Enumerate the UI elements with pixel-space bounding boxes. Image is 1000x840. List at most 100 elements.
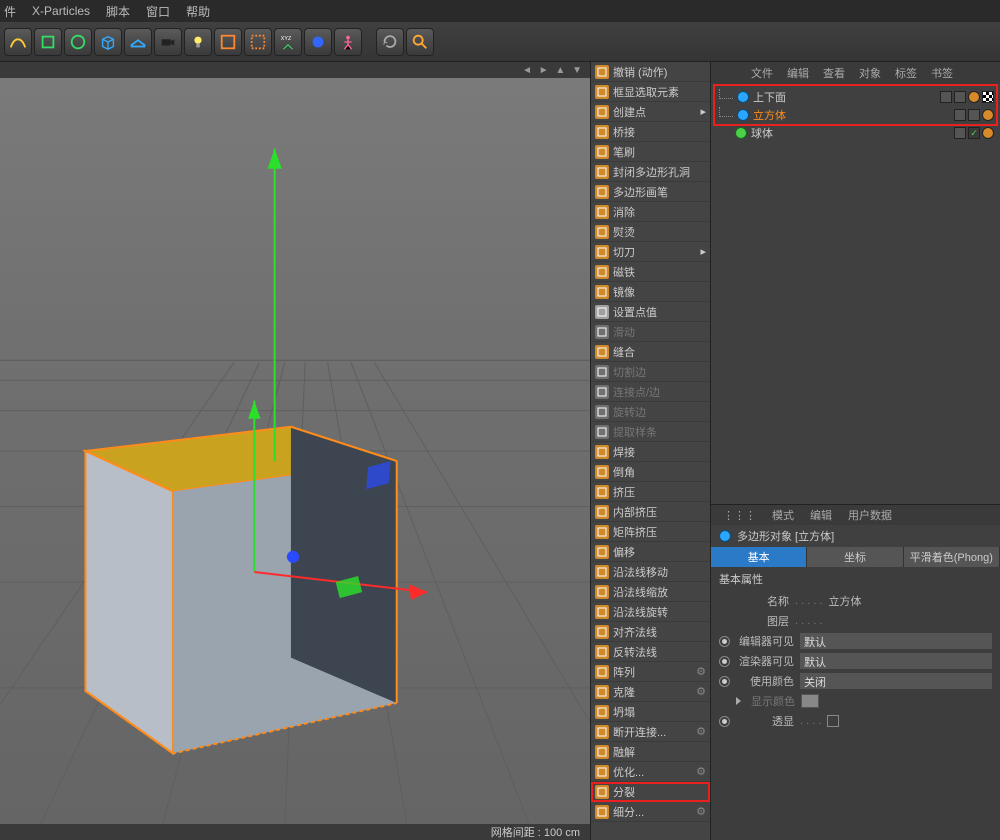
tool-search-icon[interactable]	[406, 28, 434, 56]
object-row-cube[interactable]: 立方体	[717, 106, 994, 124]
tool-spline-icon[interactable]	[4, 28, 32, 56]
menu-xparticles[interactable]: X-Particles	[32, 4, 90, 18]
chevron-right-icon[interactable]	[736, 697, 741, 705]
editor-vis-toggle[interactable]	[940, 91, 952, 103]
radio-icon[interactable]	[719, 656, 730, 667]
context-item-14[interactable]: 缝合	[591, 342, 710, 362]
editor-vis-toggle[interactable]	[954, 109, 966, 121]
gear-icon[interactable]: ⚙	[696, 765, 706, 778]
tool-null-icon[interactable]	[34, 28, 62, 56]
context-item-21[interactable]: 挤压	[591, 482, 710, 502]
gear-icon[interactable]: ⚙	[696, 805, 706, 818]
attr-menu-edit[interactable]: 编辑	[810, 507, 832, 523]
editor-vis-toggle[interactable]	[954, 127, 966, 139]
tool-subdiv-icon[interactable]	[64, 28, 92, 56]
gear-icon[interactable]: ⚙	[696, 685, 706, 698]
tool-cube-icon[interactable]	[94, 28, 122, 56]
context-item-22[interactable]: 内部挤压	[591, 502, 710, 522]
obj-tab-object[interactable]: 对象	[859, 65, 881, 81]
menu-file[interactable]: 件	[4, 3, 16, 20]
radio-icon[interactable]	[719, 716, 730, 727]
context-item-28[interactable]: 对齐法线	[591, 622, 710, 642]
context-item-25[interactable]: 沿法线移动	[591, 562, 710, 582]
context-item-10[interactable]: 磁铁	[591, 262, 710, 282]
attr-value-editor-vis[interactable]: 默认	[800, 633, 992, 649]
context-item-32[interactable]: 坍塌	[591, 702, 710, 722]
attr-tab-coord[interactable]: 坐标	[807, 547, 903, 567]
radio-icon[interactable]	[719, 636, 730, 647]
context-item-2[interactable]: 创建点▸	[591, 102, 710, 122]
context-item-4[interactable]: 笔刷	[591, 142, 710, 162]
checkbox-xray[interactable]	[827, 715, 839, 727]
context-item-7[interactable]: 消除	[591, 202, 710, 222]
context-item-label: 挤压	[613, 484, 635, 500]
phong-tag-icon[interactable]	[968, 91, 980, 103]
attr-value-name[interactable]: 立方体	[829, 593, 992, 609]
menu-help[interactable]: 帮助	[186, 3, 210, 20]
tool-rig-icon[interactable]	[334, 28, 362, 56]
tool-record-icon[interactable]	[304, 28, 332, 56]
object-manager[interactable]: 上下面 立方体	[711, 84, 1000, 504]
render-vis-toggle[interactable]	[968, 109, 980, 121]
radio-icon[interactable]	[719, 676, 730, 687]
tool-history-icon[interactable]	[376, 28, 404, 56]
context-item-12[interactable]: 设置点值	[591, 302, 710, 322]
selection-tag-icon[interactable]	[982, 91, 994, 103]
attr-tab-basic[interactable]: 基本	[711, 547, 807, 567]
tool-light-icon[interactable]	[184, 28, 212, 56]
phong-tag-icon[interactable]	[982, 127, 994, 139]
context-item-label: 创建点	[613, 104, 646, 120]
tool-camera-icon[interactable]	[154, 28, 182, 56]
viewport-canvas[interactable]	[0, 78, 590, 824]
context-item-0[interactable]: 撤销 (动作)	[591, 62, 710, 82]
menu-window[interactable]: 窗口	[146, 3, 170, 20]
context-item-23[interactable]: 矩阵挤压	[591, 522, 710, 542]
context-item-3[interactable]: 桥接	[591, 122, 710, 142]
context-item-26[interactable]: 沿法线缩放	[591, 582, 710, 602]
context-item-20[interactable]: 倒角	[591, 462, 710, 482]
tool-xyz-icon[interactable]: XYZ	[274, 28, 302, 56]
context-item-27[interactable]: 沿法线旋转	[591, 602, 710, 622]
gear-icon[interactable]: ⚙	[696, 725, 706, 738]
menu-script[interactable]: 脚本	[106, 3, 130, 20]
obj-tab-tags[interactable]: 标签	[895, 65, 917, 81]
context-item-11[interactable]: 镜像	[591, 282, 710, 302]
context-item-icon	[595, 645, 609, 659]
attr-value-render-vis[interactable]: 默认	[800, 653, 992, 669]
context-item-37[interactable]: 细分...⚙	[591, 802, 710, 822]
render-vis-toggle[interactable]	[954, 91, 966, 103]
obj-tab-edit[interactable]: 编辑	[787, 65, 809, 81]
object-row-sphere[interactable]: 球体 ✓	[717, 124, 994, 142]
context-item-29[interactable]: 反转法线	[591, 642, 710, 662]
obj-tab-bookmarks[interactable]: 书签	[931, 65, 953, 81]
context-item-36[interactable]: 分裂	[591, 782, 710, 802]
context-item-24[interactable]: 偏移	[591, 542, 710, 562]
gear-icon[interactable]: ⚙	[696, 665, 706, 678]
phong-tag-icon[interactable]	[982, 109, 994, 121]
context-item-19[interactable]: 焊接	[591, 442, 710, 462]
attr-menu-mode[interactable]: 模式	[772, 507, 794, 523]
color-swatch[interactable]	[801, 694, 819, 708]
context-item-6[interactable]: 多边形画笔	[591, 182, 710, 202]
tool-floor-icon[interactable]	[124, 28, 152, 56]
attr-menu-userdata[interactable]: 用户数据	[848, 507, 892, 523]
context-item-35[interactable]: 优化...⚙	[591, 762, 710, 782]
obj-tab-file[interactable]: 文件	[751, 65, 773, 81]
context-item-30[interactable]: 阵列⚙	[591, 662, 710, 682]
object-name: 球体	[751, 125, 773, 141]
context-item-1[interactable]: 框显选取元素	[591, 82, 710, 102]
context-item-33[interactable]: 断开连接...⚙	[591, 722, 710, 742]
tool-render-icon[interactable]	[214, 28, 242, 56]
attr-value-use-color[interactable]: 关闭	[800, 673, 992, 689]
context-item-34[interactable]: 融解	[591, 742, 710, 762]
object-row-topbottom[interactable]: 上下面	[717, 88, 994, 106]
viewport-nav-icons[interactable]: ◄ ► ▲ ▼	[0, 62, 590, 78]
attr-tab-phong[interactable]: 平滑着色(Phong)	[904, 547, 1000, 567]
render-vis-toggle[interactable]: ✓	[968, 127, 980, 139]
context-item-9[interactable]: 切刀▸	[591, 242, 710, 262]
tool-render-region-icon[interactable]	[244, 28, 272, 56]
context-item-31[interactable]: 克隆⚙	[591, 682, 710, 702]
obj-tab-view[interactable]: 查看	[823, 65, 845, 81]
context-item-5[interactable]: 封闭多边形孔洞	[591, 162, 710, 182]
context-item-8[interactable]: 熨烫	[591, 222, 710, 242]
